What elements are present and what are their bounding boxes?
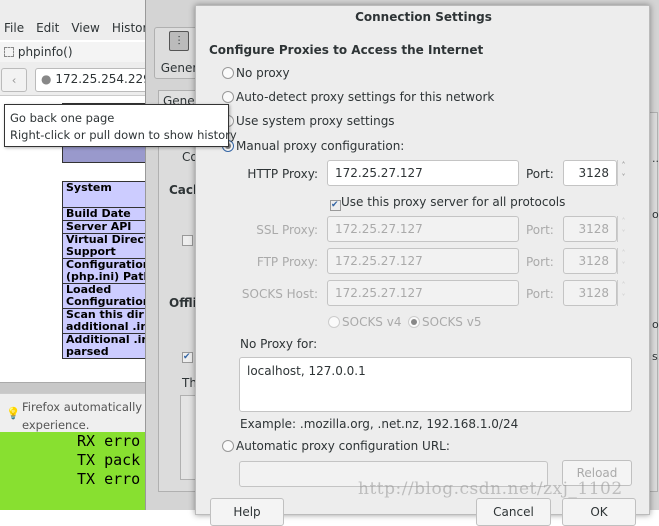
right-fragment: s. [652,350,659,363]
right-fragment: ... [652,152,659,165]
notification-bar: 💡 Firefox automatically s experience. [0,393,145,432]
ftp-proxy-label: FTP Proxy: [256,255,318,269]
ssl-proxy-label: SSL Proxy: [256,223,318,237]
radio-manual-proxy[interactable]: Manual proxy configuration: [222,139,404,153]
cache-checkbox[interactable] [182,235,193,246]
back-button[interactable]: ‹ [1,68,27,92]
ssl-port-label: Port: [526,223,554,237]
ftp-port-label: Port: [526,255,554,269]
page-icon [4,47,14,57]
right-fragment: ov [652,318,659,331]
connection-settings-dialog: Connection Settings Configure Proxies to… [195,5,650,526]
socks-host-label: SOCKS Host: [241,287,318,301]
ftp-port-spinner[interactable]: ˄ ˅ [617,248,629,274]
browser-window: File Edit View History phpinfo() ‹ ● 172.25… [0,0,202,432]
help-button[interactable]: Help [210,498,284,526]
no-proxy-example: Example: .mozilla.org, .net.nz, 192.168.… [240,417,519,431]
no-proxy-label: No Proxy for: [240,337,318,351]
ssl-proxy-input[interactable]: 172.25.27.127 [327,216,519,242]
menu-view[interactable]: View [71,21,99,35]
socks-host-input[interactable]: 172.25.27.127 [327,280,519,306]
offline-checkbox[interactable]: ✔ [182,352,193,363]
no-proxy-textarea[interactable]: localhost, 127.0.0.1 [239,357,632,412]
menu-bar: File Edit View History [0,0,155,40]
http-port-spinner[interactable]: ˄ ˅ [617,160,629,186]
dialog-title: Connection Settings [355,10,492,24]
radio-auto-config-url[interactable]: Automatic proxy configuration URL: [222,439,450,453]
socks-port-input[interactable]: 3128 [563,280,617,306]
http-proxy-input[interactable]: 172.25.27.127 [327,160,519,186]
globe-icon: ● [41,72,52,86]
watermark: http://blog.csdn.net/zxj_1102 [358,479,623,499]
menu-edit[interactable]: Edit [36,21,59,35]
horizontal-scrollbar[interactable] [0,382,145,393]
ftp-proxy-input[interactable]: 172.25.27.127 [327,248,519,274]
menu-file[interactable]: File [4,21,24,35]
ssl-port-input[interactable]: 3128 [563,216,617,242]
http-proxy-label: HTTP Proxy: [247,167,318,181]
http-port-label: Port: [526,167,554,181]
ftp-port-input[interactable]: 3128 [563,248,617,274]
tab-phpinfo[interactable]: phpinfo() [0,42,145,62]
use-all-protocols-checkbox[interactable]: ✔ Use this proxy server for all protocols [330,195,565,211]
radio-system-proxy[interactable]: Use system proxy settings [222,114,395,128]
radio-auto-detect[interactable]: Auto-detect proxy settings for this netw… [222,90,494,104]
dialog-heading: Configure Proxies to Access the Internet [209,43,484,57]
socks-port-label: Port: [526,287,554,301]
url-bar[interactable]: ● 172.25.254.229 [35,68,150,92]
checkbox-checked-icon: ✔ [330,200,341,211]
right-fragment: ov [652,208,659,221]
http-port-input[interactable]: 3128 [563,160,617,186]
radio-socks-v4[interactable]: SOCKS v4 [328,315,401,329]
ssl-port-spinner[interactable]: ˄ ˅ [617,216,629,242]
radio-socks-v5[interactable]: SOCKS v5 [408,315,481,329]
nav-bar: ‹ ● 172.25.254.229 [0,62,150,96]
socks-port-spinner[interactable]: ˄ ˅ [617,280,629,306]
terminal-window: RX erro TX pack TX erro [0,432,145,510]
radio-no-proxy[interactable]: No proxy [222,66,290,80]
ok-button[interactable]: OK [562,498,636,526]
sliders-icon: ⫶ [169,31,189,51]
back-tooltip: Go back one page Right-click or pull dow… [4,104,237,147]
offline-heading: Offli [169,296,197,310]
cancel-button[interactable]: Cancel [476,498,551,526]
lightbulb-icon: 💡 [6,406,21,420]
